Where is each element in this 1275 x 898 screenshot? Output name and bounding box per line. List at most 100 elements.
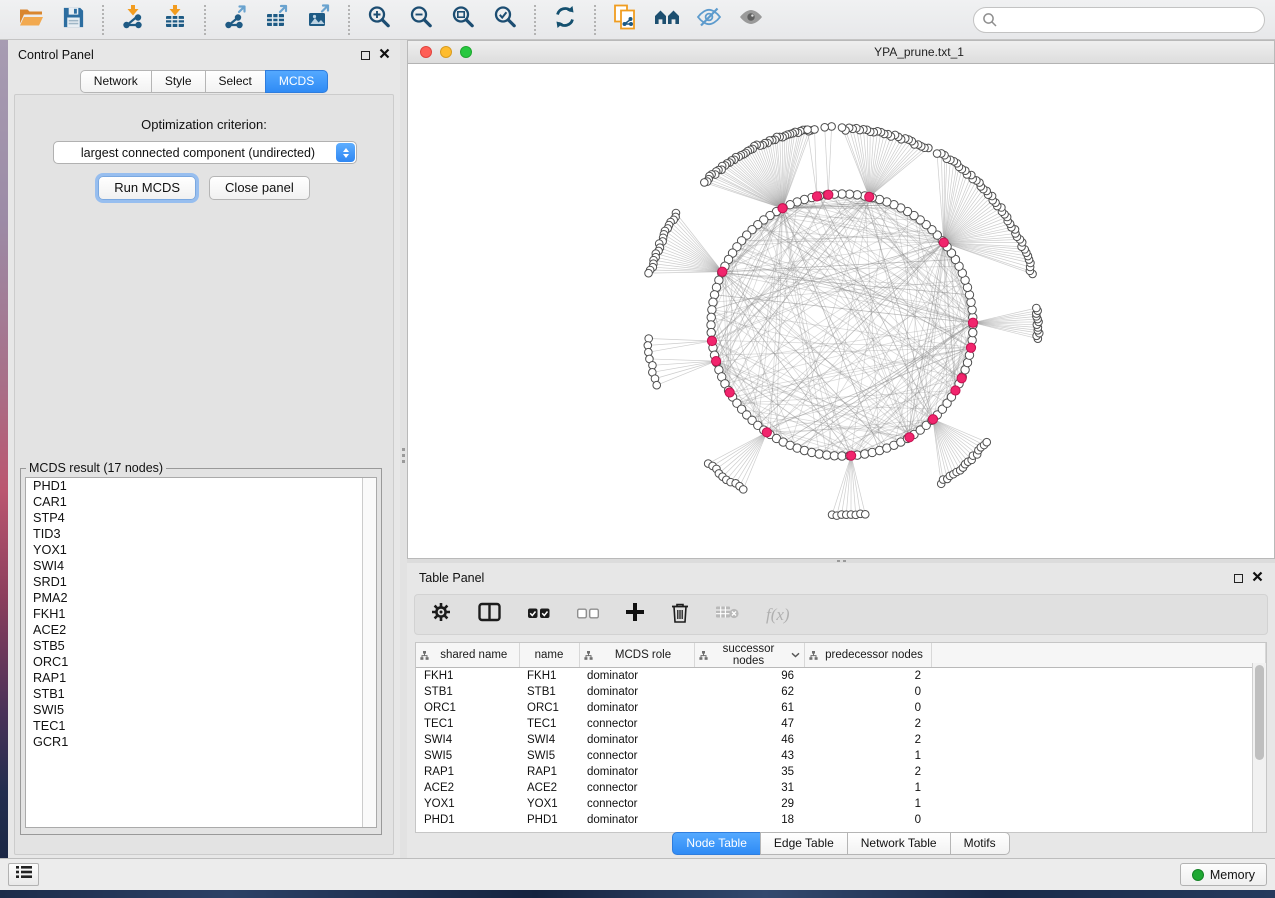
mcds-result-item[interactable]: GCR1 <box>26 734 376 750</box>
close-panel-icon[interactable] <box>1252 569 1263 587</box>
network-window-titlebar[interactable]: YPA_prune.txt_1 <box>408 41 1274 64</box>
close-window-button[interactable] <box>420 46 432 58</box>
import-network-button[interactable] <box>116 3 150 37</box>
column-header-shared-name[interactable]: shared name <box>416 643 519 668</box>
table-scrollbar-thumb[interactable] <box>1255 665 1264 760</box>
tab-edge-table[interactable]: Edge Table <box>760 832 848 855</box>
mcds-result-item[interactable]: YOX1 <box>26 542 376 558</box>
zoom-in-icon <box>366 4 392 35</box>
table-cell: 0 <box>804 684 931 700</box>
column-header-name[interactable]: name <box>519 643 579 668</box>
table-row[interactable]: RAP1RAP1dominator352 <box>416 764 1266 780</box>
mcds-result-item[interactable]: SRD1 <box>26 574 376 590</box>
close-panel-button[interactable]: Close panel <box>209 176 310 200</box>
zoom-fit-button[interactable] <box>446 3 480 37</box>
first-neighbors-button[interactable] <box>650 3 684 37</box>
refresh-layout-button[interactable] <box>548 3 582 37</box>
table-scrollbar[interactable] <box>1252 663 1266 832</box>
mcds-result-item[interactable]: PHD1 <box>26 478 376 494</box>
table-row[interactable]: ORC1ORC1dominator610 <box>416 700 1266 716</box>
table-row[interactable]: SWI5SWI5connector431 <box>416 748 1266 764</box>
tab-network-table[interactable]: Network Table <box>847 832 951 855</box>
table-row[interactable]: YOX1YOX1connector291 <box>416 796 1266 812</box>
mcds-result-item[interactable]: STB1 <box>26 686 376 702</box>
column-header-successor-nodes[interactable]: successor nodes <box>694 643 804 668</box>
mcds-result-item[interactable]: ACE2 <box>26 622 376 638</box>
minimize-window-button[interactable] <box>440 46 452 58</box>
mcds-result-item[interactable]: ORC1 <box>26 654 376 670</box>
table-cell: ACE2 <box>519 780 579 796</box>
float-panel-icon[interactable] <box>361 51 370 60</box>
zoom-in-button[interactable] <box>362 3 396 37</box>
import-table-button[interactable] <box>158 3 192 37</box>
tab-network[interactable]: Network <box>80 70 152 93</box>
zoom-out-button[interactable] <box>404 3 438 37</box>
tab-mcds[interactable]: MCDS <box>265 70 328 93</box>
tab-style[interactable]: Style <box>151 70 206 93</box>
close-panel-icon[interactable] <box>379 46 390 64</box>
task-history-button[interactable] <box>8 863 39 886</box>
export-table-button[interactable] <box>260 3 294 37</box>
tab-select[interactable]: Select <box>205 70 266 93</box>
export-network-button[interactable] <box>218 3 252 37</box>
zoom-window-button[interactable] <box>460 46 472 58</box>
export-image-button[interactable] <box>302 3 336 37</box>
table-row[interactable]: SWI4SWI4dominator462 <box>416 732 1266 748</box>
memory-button[interactable]: Memory <box>1180 863 1267 886</box>
float-panel-icon[interactable] <box>1234 574 1243 583</box>
table-row[interactable]: TEC1TEC1connector472 <box>416 716 1266 732</box>
mcds-result-item[interactable]: SWI4 <box>26 558 376 574</box>
toolbar-separator <box>534 5 536 35</box>
search-input[interactable] <box>973 7 1265 33</box>
mcds-result-item[interactable]: STB5 <box>26 638 376 654</box>
delete-row-icon[interactable] <box>671 602 689 628</box>
mcds-result-list: PHD1CAR1STP4TID3YOX1SWI4SRD1PMA2FKH1ACE2… <box>26 478 376 750</box>
table-row[interactable]: STB1STB1dominator620 <box>416 684 1266 700</box>
mcds-result-item[interactable]: STP4 <box>26 510 376 526</box>
mcds-result-item[interactable]: RAP1 <box>26 670 376 686</box>
run-mcds-button[interactable]: Run MCDS <box>98 176 196 200</box>
mcds-result-legend: MCDS result (17 nodes) <box>26 461 166 475</box>
table-cell: PHD1 <box>519 812 579 828</box>
table-row[interactable]: PHD1PHD1dominator180 <box>416 812 1266 828</box>
zoom-fit-icon <box>450 4 476 35</box>
clear-selection-icon[interactable] <box>577 606 599 624</box>
mcds-result-item[interactable]: FKH1 <box>26 606 376 622</box>
mcds-list-scrollbar[interactable] <box>362 478 376 827</box>
save-session-button[interactable] <box>56 3 90 37</box>
table-cell: FKH1 <box>416 668 519 684</box>
open-file-button[interactable] <box>14 3 48 37</box>
vertical-splitter[interactable] <box>400 40 407 858</box>
table-cell: connector <box>579 716 694 732</box>
column-header-predecessor-nodes[interactable]: predecessor nodes <box>804 643 931 668</box>
table-row[interactable]: FKH1FKH1dominator962 <box>416 668 1266 684</box>
select-all-icon[interactable] <box>528 606 550 624</box>
hide-graphics-details-button[interactable] <box>692 3 726 37</box>
show-columns-icon[interactable] <box>478 602 501 627</box>
function-builder-icon[interactable]: f(x) <box>766 605 790 625</box>
tab-node-table[interactable]: Node Table <box>672 832 761 855</box>
mcds-result-item[interactable]: TEC1 <box>26 718 376 734</box>
tab-motifs[interactable]: Motifs <box>950 832 1010 855</box>
mcds-result-item[interactable]: PMA2 <box>26 590 376 606</box>
table-settings-gear-icon[interactable] <box>431 602 451 627</box>
network-view-window: YPA_prune.txt_1 <box>407 40 1275 559</box>
table-row[interactable]: ACE2ACE2connector311 <box>416 780 1266 796</box>
add-row-icon[interactable] <box>626 603 644 626</box>
table-cell: 1 <box>804 796 931 812</box>
new-network-from-selection-button[interactable] <box>608 3 642 37</box>
mcds-result-item[interactable]: TID3 <box>26 526 376 542</box>
network-graph <box>408 64 1274 558</box>
mcds-result-item[interactable]: CAR1 <box>26 494 376 510</box>
column-header-MCDS-role[interactable]: MCDS role <box>579 643 694 668</box>
open-folder-icon <box>18 4 44 35</box>
optimization-criterion-select[interactable]: largest connected component (undirected) <box>53 141 357 164</box>
zoom-selected-button[interactable] <box>488 3 522 37</box>
delete-column-icon[interactable] <box>716 605 739 624</box>
show-graphics-details-button[interactable] <box>734 3 768 37</box>
mcds-result-item[interactable]: SWI5 <box>26 702 376 718</box>
network-canvas[interactable] <box>408 64 1274 558</box>
list-icon <box>16 865 32 884</box>
table-cell: 61 <box>694 700 804 716</box>
table-cell: ORC1 <box>519 700 579 716</box>
